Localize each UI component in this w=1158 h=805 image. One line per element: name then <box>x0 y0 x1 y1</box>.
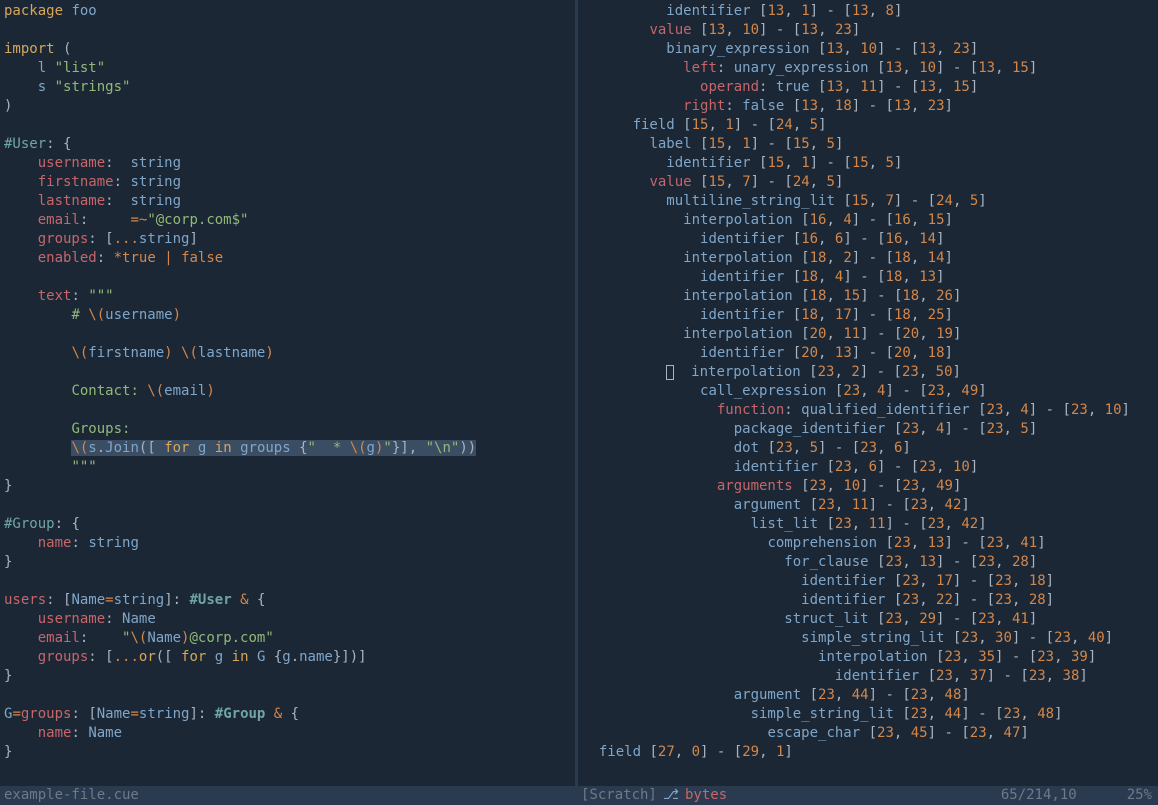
branch-icon: ⎇ <box>663 786 679 805</box>
code-line[interactable]: \(s.Join([ for g in groups {" * \(g)"}],… <box>4 439 575 458</box>
status-spacer <box>727 786 1001 805</box>
code-line[interactable]: email: =~"@corp.com$" <box>4 211 575 230</box>
scratch-buffer-name: [Scratch] <box>581 786 657 805</box>
code-line[interactable]: package foo <box>4 2 575 21</box>
code-line[interactable] <box>4 325 575 344</box>
code-line[interactable]: } <box>4 667 575 686</box>
code-line[interactable]: \(firstname) \(lastname) <box>4 344 575 363</box>
tree-line[interactable]: for_clause [23, 13] - [23, 28] <box>582 553 1158 572</box>
tree-line[interactable]: identifier [23, 17] - [23, 18] <box>582 572 1158 591</box>
code-line[interactable]: import ( <box>4 40 575 59</box>
tree-line[interactable]: identifier [15, 1] - [15, 5] <box>582 154 1158 173</box>
code-line[interactable] <box>4 401 575 420</box>
tree-line[interactable]: identifier [23, 22] - [23, 28] <box>582 591 1158 610</box>
code-line[interactable] <box>4 116 575 135</box>
code-line[interactable]: text: """ <box>4 287 575 306</box>
tree-line[interactable]: identifier [13, 1] - [13, 8] <box>582 2 1158 21</box>
code-line[interactable]: username: string <box>4 154 575 173</box>
tree-line[interactable]: identifier [18, 17] - [18, 25] <box>582 306 1158 325</box>
code-line[interactable]: """ <box>4 458 575 477</box>
tree-line[interactable]: identifier [18, 4] - [18, 13] <box>582 268 1158 287</box>
tree-line[interactable]: field [27, 0] - [29, 1] <box>582 743 1158 762</box>
tree-line[interactable]: simple_string_lit [23, 30] - [23, 40] <box>582 629 1158 648</box>
code-line[interactable]: l "list" <box>4 59 575 78</box>
status-position: 65/214,10 <box>1001 786 1127 805</box>
editor-window: package foo import ( l "list" s "strings… <box>0 0 1158 805</box>
tree-line[interactable]: interpolation [18, 15] - [18, 26] <box>582 287 1158 306</box>
tree-line[interactable]: identifier [20, 13] - [20, 18] <box>582 344 1158 363</box>
tree-line[interactable]: identifier [16, 6] - [16, 14] <box>582 230 1158 249</box>
split-panes: package foo import ( l "list" s "strings… <box>0 0 1158 786</box>
tree-line[interactable]: identifier [23, 37] - [23, 38] <box>582 667 1158 686</box>
tree-line[interactable]: field [15, 1] - [24, 5] <box>582 116 1158 135</box>
code-line[interactable]: lastname: string <box>4 192 575 211</box>
tree-line[interactable]: package_identifier [23, 4] - [23, 5] <box>582 420 1158 439</box>
code-line[interactable] <box>4 686 575 705</box>
code-line[interactable]: email: "\(Name)@corp.com" <box>4 629 575 648</box>
cursor-icon <box>666 365 674 380</box>
tree-line[interactable]: arguments [23, 10] - [23, 49] <box>582 477 1158 496</box>
tree-line[interactable]: multiline_string_lit [15, 7] - [24, 5] <box>582 192 1158 211</box>
code-line[interactable]: #Group: { <box>4 515 575 534</box>
status-percent: 25% <box>1127 786 1158 805</box>
status-filetype: bytes <box>685 786 727 805</box>
code-line[interactable]: enabled: *true | false <box>4 249 575 268</box>
code-line[interactable]: #User: { <box>4 135 575 154</box>
code-line[interactable]: ) <box>4 97 575 116</box>
tree-line[interactable]: interpolation [16, 4] - [16, 15] <box>582 211 1158 230</box>
tree-line[interactable]: interpolation [23, 2] - [23, 50] <box>582 363 1158 382</box>
tree-line[interactable]: dot [23, 5] - [23, 6] <box>582 439 1158 458</box>
tree-line[interactable]: argument [23, 11] - [23, 42] <box>582 496 1158 515</box>
code-line[interactable]: # \(username) <box>4 306 575 325</box>
tree-line[interactable]: left: unary_expression [13, 10] - [13, 1… <box>582 59 1158 78</box>
tree-line[interactable]: comprehension [23, 13] - [23, 41] <box>582 534 1158 553</box>
status-left-filename: example-file.cue <box>0 786 575 805</box>
tree-line[interactable]: identifier [23, 6] - [23, 10] <box>582 458 1158 477</box>
code-line[interactable] <box>4 268 575 287</box>
tree-line[interactable]: list_lit [23, 11] - [23, 42] <box>582 515 1158 534</box>
tree-line[interactable]: interpolation [20, 11] - [20, 19] <box>582 325 1158 344</box>
tree-line[interactable]: value [13, 10] - [13, 23] <box>582 21 1158 40</box>
tree-line[interactable]: call_expression [23, 4] - [23, 49] <box>582 382 1158 401</box>
code-line[interactable]: username: Name <box>4 610 575 629</box>
tree-line[interactable]: label [15, 1] - [15, 5] <box>582 135 1158 154</box>
tree-pane-right[interactable]: identifier [13, 1] - [13, 8] value [13, … <box>578 0 1158 786</box>
code-line[interactable] <box>4 496 575 515</box>
tree-line[interactable]: escape_char [23, 45] - [23, 47] <box>582 724 1158 743</box>
tree-line[interactable]: interpolation [23, 35] - [23, 39] <box>582 648 1158 667</box>
tree-line[interactable]: binary_expression [13, 10] - [13, 23] <box>582 40 1158 59</box>
tree-line[interactable]: function: qualified_identifier [23, 4] -… <box>582 401 1158 420</box>
code-line[interactable]: firstname: string <box>4 173 575 192</box>
code-line[interactable]: groups: [...string] <box>4 230 575 249</box>
code-line[interactable]: Contact: \(email) <box>4 382 575 401</box>
code-line[interactable] <box>4 21 575 40</box>
code-line[interactable] <box>4 363 575 382</box>
status-bar: example-file.cue [Scratch] ⎇ bytes 65/21… <box>0 786 1158 805</box>
code-line[interactable]: name: Name <box>4 724 575 743</box>
code-line[interactable]: } <box>4 553 575 572</box>
code-line[interactable]: s "strings" <box>4 78 575 97</box>
tree-line[interactable]: interpolation [18, 2] - [18, 14] <box>582 249 1158 268</box>
code-line[interactable]: users: [Name=string]: #User & { <box>4 591 575 610</box>
code-line[interactable]: } <box>4 477 575 496</box>
tree-line[interactable]: operand: true [13, 11] - [13, 15] <box>582 78 1158 97</box>
tree-line[interactable]: value [15, 7] - [24, 5] <box>582 173 1158 192</box>
code-line[interactable]: Groups: <box>4 420 575 439</box>
tree-line[interactable]: struct_lit [23, 29] - [23, 41] <box>582 610 1158 629</box>
code-line[interactable] <box>4 572 575 591</box>
tree-line[interactable]: simple_string_lit [23, 44] - [23, 48] <box>582 705 1158 724</box>
tree-line[interactable]: right: false [13, 18] - [13, 23] <box>582 97 1158 116</box>
code-line[interactable]: G=groups: [Name=string]: #Group & { <box>4 705 575 724</box>
code-line[interactable]: groups: [...or([ for g in G {g.name}])] <box>4 648 575 667</box>
status-right: [Scratch] ⎇ bytes 65/214,10 25% <box>575 786 1158 805</box>
tree-line[interactable]: argument [23, 44] - [23, 48] <box>582 686 1158 705</box>
code-line[interactable]: } <box>4 743 575 762</box>
code-line[interactable]: name: string <box>4 534 575 553</box>
code-pane-left[interactable]: package foo import ( l "list" s "strings… <box>0 0 575 786</box>
